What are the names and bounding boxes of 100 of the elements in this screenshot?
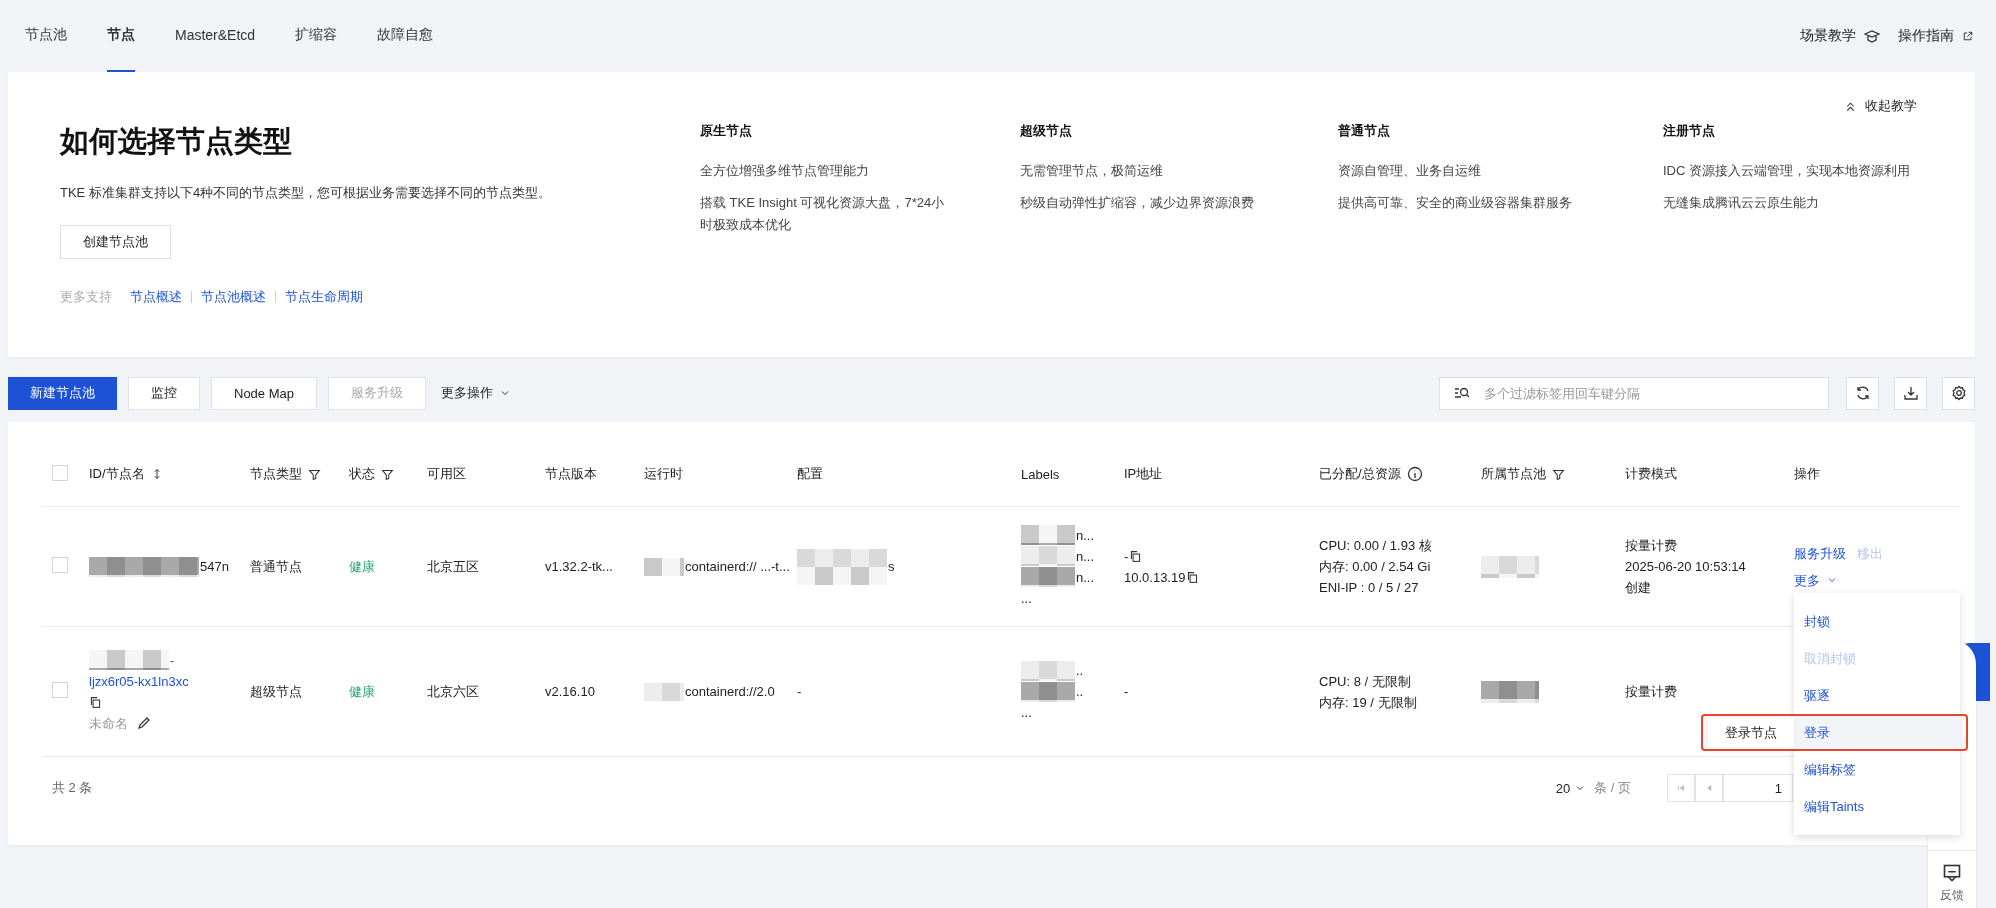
billing-text: 2025-06-20 10:53:14 — [1625, 558, 1747, 576]
billing-text: 创建 — [1625, 579, 1652, 597]
mosaic-drawing — [1021, 660, 1075, 681]
more-dropdown[interactable]: 更多 — [1794, 569, 1838, 591]
status-text: 健康 — [349, 683, 376, 701]
column-header: 运行时 — [644, 465, 683, 483]
status-text: 健康 — [349, 558, 376, 576]
tab[interactable]: 故障自愈 — [377, 0, 434, 72]
label-text: n... — [1076, 568, 1095, 587]
copy-icon — [1186, 570, 1200, 584]
settings-button[interactable] — [1942, 376, 1975, 410]
search-field[interactable]: 多个过滤标签用回车键分隔 — [1439, 376, 1829, 410]
feedback-icon — [1942, 863, 1962, 883]
page-input[interactable]: 1 — [1723, 774, 1793, 802]
guide-title: 如何选择节点类型 — [60, 124, 292, 159]
node-type-feature: 全方位增强多维节点管理能力 — [700, 162, 870, 180]
mosaic-drawing — [644, 557, 684, 576]
menu-item[interactable]: 编辑标签 — [1794, 751, 1960, 788]
labels-more: ... — [1021, 704, 1033, 722]
tab[interactable]: 节点池 — [25, 0, 67, 72]
refresh-button[interactable] — [1846, 376, 1879, 410]
select-all-checkbox[interactable] — [52, 464, 68, 481]
toolbar-button[interactable]: 监控 — [128, 376, 200, 410]
chevrons-up-icon — [1844, 99, 1857, 113]
page-size-select[interactable]: 20 — [1555, 780, 1587, 796]
column-header: 节点类型 — [250, 465, 302, 483]
column-header: IP地址 — [1124, 465, 1163, 483]
node-type-feature: 秒级自动弹性扩缩容，减少边界资源浪费 — [1020, 194, 1255, 212]
label-text: n... — [1076, 547, 1095, 566]
settings-icon — [1950, 385, 1967, 401]
download-icon — [1902, 385, 1919, 401]
header-link[interactable]: 场景教学 — [1800, 27, 1880, 45]
tab[interactable]: Master&Etcd — [175, 0, 256, 72]
table-cell-text: 普通节点 — [250, 558, 303, 576]
more-support-label: 更多支持 — [60, 288, 112, 306]
ip-address: 10.0.13.19 — [1124, 568, 1186, 587]
create-pool-button[interactable]: 创建节点池 — [60, 225, 171, 259]
column-header: 计费模式 — [1625, 465, 1677, 483]
column-header: 操作 — [1794, 465, 1820, 483]
doc-link[interactable]: 节点概述 — [130, 288, 182, 306]
mosaic-drawing — [1481, 680, 1539, 703]
header-link[interactable]: 操作指南 — [1898, 27, 1974, 45]
column-header: 状态 — [349, 465, 375, 483]
node-type-title: 普通节点 — [1338, 122, 1391, 140]
doc-link[interactable]: 节点生命周期 — [285, 288, 363, 306]
filter-icon — [308, 467, 321, 481]
column-header: 节点版本 — [545, 465, 597, 483]
column-header: ID/节点名 — [89, 465, 145, 483]
graduation-cap-icon — [1864, 28, 1880, 44]
toolbar-button[interactable]: 新建节点池 — [8, 376, 117, 410]
node-id-link[interactable]: ljzx6r05-kx1ln3xc — [89, 670, 189, 692]
doc-link[interactable]: 节点池概述 — [201, 288, 266, 306]
refresh-icon — [1854, 385, 1871, 401]
table-cell-text: 北京五区 — [427, 558, 480, 576]
guide-description: TKE 标准集群支持以下4种不同的节点类型，您可根据业务需要选择不同的节点类型。 — [60, 184, 552, 202]
labels-more: ... — [1021, 589, 1033, 608]
table-cell-text: 超级节点 — [250, 683, 303, 701]
node-type-title: 原生节点 — [700, 122, 753, 140]
first-page-button[interactable] — [1667, 774, 1695, 802]
row-checkbox[interactable] — [52, 682, 68, 698]
mosaic-drawing — [1481, 555, 1539, 578]
download-button[interactable] — [1894, 376, 1927, 410]
mosaic-drawing — [644, 682, 684, 701]
column-header: 已分配/总资源 — [1319, 465, 1401, 483]
billing-text: 按量计费 — [1625, 683, 1678, 701]
first-page-icon — [1676, 783, 1686, 793]
table-cell-text: containerd:// ...-t... — [685, 558, 790, 576]
ip-address: - — [1124, 547, 1129, 566]
tab[interactable]: 扩缩容 — [295, 0, 338, 72]
menu-item[interactable]: 编辑Taints — [1794, 788, 1960, 825]
table-cell-text: s — [888, 558, 895, 576]
table-cell-text: 北京六区 — [427, 683, 480, 701]
feedback-button[interactable]: 反馈 — [1928, 850, 1976, 904]
node-id-link[interactable]: - — [170, 649, 175, 671]
more-actions-dropdown[interactable]: 更多操作 — [437, 376, 515, 410]
collapse-link[interactable]: 收起教学 — [1844, 97, 1917, 115]
mosaic-drawing — [1021, 681, 1075, 702]
node-id: 547n — [200, 558, 229, 576]
pencil-icon — [136, 715, 152, 731]
node-type-feature: 资源自管理、业务自运维 — [1338, 162, 1482, 180]
total-count: 共 2 条 — [52, 779, 93, 797]
billing-text: 按量计费 — [1625, 537, 1678, 555]
row-checkbox[interactable] — [52, 557, 68, 573]
table-cell-text: v2.16.10 — [545, 683, 596, 701]
action-link[interactable]: 服务升级 — [1794, 542, 1846, 564]
menu-item[interactable]: 封锁 — [1794, 603, 1960, 640]
copy-icon — [89, 695, 102, 709]
resource-text: 内存: 0.00 / 2.54 Gi — [1319, 558, 1432, 576]
per-page-label: 条 / 页 — [1594, 779, 1631, 797]
node-type-feature: 提供高可靠、安全的商业级容器集群服务 — [1338, 194, 1573, 212]
prev-page-icon — [1704, 783, 1714, 793]
node-type-feature: 搭载 TKE Insight 可视化资源大盘，7*24小时极致成本优化 — [700, 194, 946, 234]
toolbar-button[interactable]: Node Map — [211, 376, 317, 410]
column-header: 所属节点池 — [1481, 465, 1546, 483]
menu-item[interactable]: 驱逐 — [1794, 677, 1960, 714]
node-type-title: 注册节点 — [1663, 122, 1716, 140]
node-name: 未命名 — [89, 714, 128, 733]
prev-page-button[interactable] — [1695, 774, 1723, 802]
resource-text: 内存: 19 / 无限制 — [1319, 693, 1418, 712]
table-cell-text: containerd://2.0 — [685, 683, 775, 701]
